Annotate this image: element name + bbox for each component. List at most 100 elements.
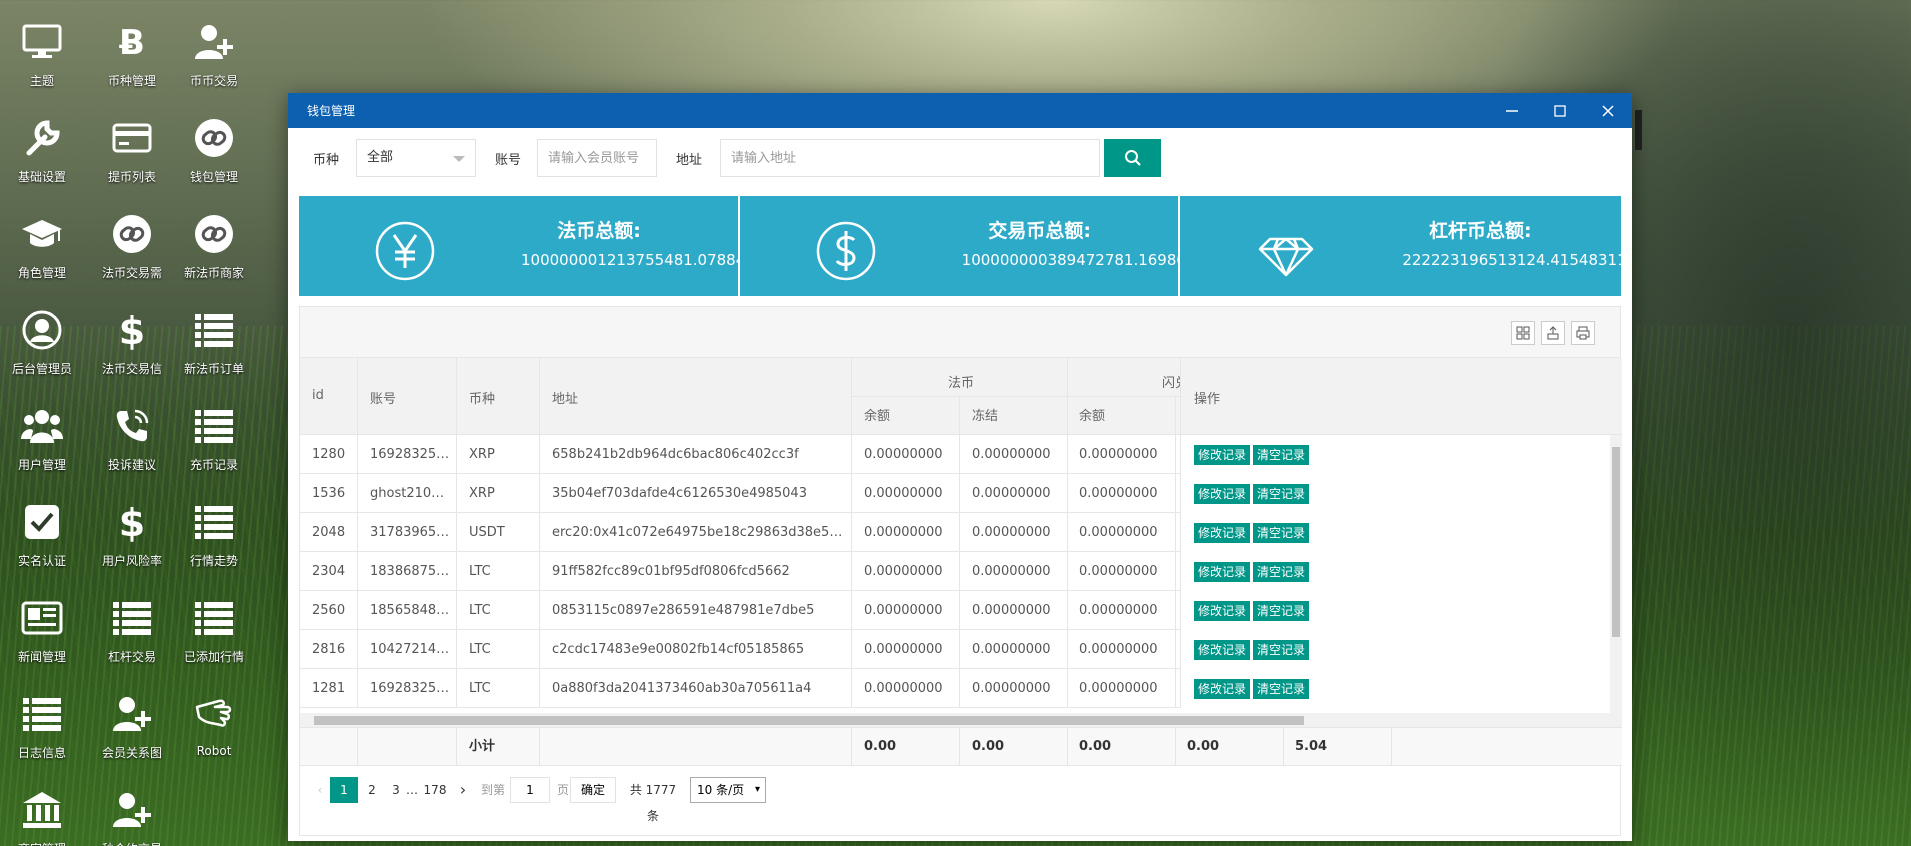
dollar-circle-icon xyxy=(816,221,875,281)
edit-record-button[interactable]: 修改记录 xyxy=(1194,484,1251,504)
desktop-shortcut[interactable]: 实名认证 xyxy=(0,488,87,580)
subtotal-next: 0.00 xyxy=(1187,739,1220,754)
desktop-shortcut[interactable]: 投诉建议 xyxy=(87,392,177,484)
bank-icon xyxy=(18,786,66,834)
clear-record-button[interactable]: 清空记录 xyxy=(1253,445,1310,465)
desktop-shortcut[interactable]: $ 用户风险率 xyxy=(87,488,177,580)
currency-select-value: 全部 xyxy=(367,150,394,165)
clear-record-button[interactable]: 清空记录 xyxy=(1253,601,1310,621)
address-input[interactable] xyxy=(720,139,1100,177)
clear-record-button[interactable]: 清空记录 xyxy=(1253,562,1310,582)
edit-record-button[interactable]: 修改记录 xyxy=(1194,523,1251,543)
desktop-shortcut[interactable]: Robot xyxy=(169,680,259,772)
edit-record-button[interactable]: 修改记录 xyxy=(1194,562,1251,582)
table-row[interactable]: 1280 169283257… XRP 658b241b2db964dc6bac806… xyxy=(300,435,1622,474)
desktop-shortcut[interactable]: 充币记录 xyxy=(169,392,259,484)
trade-total-card: 交易币总额: 100000000389472781.169800 xyxy=(739,196,1181,296)
cell-address: c2cdc17483e9e00802fb14cf05185865 xyxy=(552,642,805,657)
table-row[interactable]: 2304 18386875817 LTC 91ff582fcc89c01bf95df0… xyxy=(300,552,1622,591)
edit-record-button[interactable]: 修改记录 xyxy=(1194,601,1251,621)
table-row[interactable]: 1281 169283257… LTC 0a880f3da2041373460ab30… xyxy=(300,669,1622,708)
desktop-shortcut-label: 实名认证 xyxy=(17,554,66,568)
desktop-shortcut[interactable]: 新法币商家 xyxy=(169,200,259,292)
edit-record-button[interactable]: 修改记录 xyxy=(1194,445,1251,465)
desktop-shortcut-label: 主题 xyxy=(29,74,54,88)
desktop-shortcut[interactable]: 新法币订单 xyxy=(169,296,259,388)
desktop-shortcut[interactable]: 角色管理 xyxy=(0,200,87,292)
operation-cell: 修改记录 清空记录 xyxy=(1180,669,1610,708)
desktop-shortcut[interactable]: 法币交易需 xyxy=(87,200,177,292)
desktop-shortcut-label: 投诉建议 xyxy=(107,458,156,472)
user-plus-icon xyxy=(108,786,156,834)
desktop-shortcut[interactable]: 基础设置 xyxy=(0,104,87,196)
search-icon xyxy=(1124,150,1141,166)
close-button[interactable] xyxy=(1584,93,1632,128)
desktop-shortcut[interactable]: 用户管理 xyxy=(0,392,87,484)
export-button[interactable] xyxy=(1541,321,1565,345)
desktop-shortcut[interactable]: 钱包管理 xyxy=(169,104,259,196)
horizontal-scroll-thumb[interactable] xyxy=(314,716,1304,725)
goto-page-input[interactable] xyxy=(510,777,550,803)
edit-record-button[interactable]: 修改记录 xyxy=(1194,640,1251,660)
columns-button[interactable] xyxy=(1511,321,1535,345)
table-row[interactable]: 1536 ghost210@… XRP 35b04ef703dafde4c612653… xyxy=(300,474,1622,513)
edit-record-button[interactable]: 修改记录 xyxy=(1194,679,1251,699)
table-row[interactable]: 2816 104272141… LTC c2cdc17483e9e00802fb14c… xyxy=(300,630,1622,669)
prev-page-icon[interactable]: ‹ xyxy=(310,777,330,803)
desktop-shortcut[interactable]: 商家管理 xyxy=(0,776,87,846)
cell-currency: LTC xyxy=(469,642,491,657)
table-row[interactable]: 2560 18565848369 LTC 0853115c0897e286591e48… xyxy=(300,591,1622,630)
page-1[interactable]: 1 xyxy=(330,777,358,803)
vertical-scroll-thumb[interactable] xyxy=(1612,447,1620,637)
desktop-shortcut[interactable]: 提币列表 xyxy=(87,104,177,196)
desktop-shortcut-label: 币种管理 xyxy=(107,74,156,88)
desktop-shortcut[interactable]: 新闻管理 xyxy=(0,584,87,676)
page-size-select[interactable]: 10 条/页 ▾ xyxy=(690,777,766,803)
cell-flash-balance: 0.00000000 xyxy=(1079,447,1158,462)
account-input[interactable] xyxy=(537,139,657,177)
window-title: 钱包管理 xyxy=(307,104,356,118)
operation-cell: 修改记录 清空记录 xyxy=(1180,630,1610,669)
clear-record-button[interactable]: 清空记录 xyxy=(1253,523,1310,543)
goto-confirm-button[interactable]: 确定 xyxy=(570,777,616,803)
currency-select[interactable]: 全部 xyxy=(356,139,476,177)
header-currency: 币种 xyxy=(469,392,496,407)
clear-record-button[interactable]: 清空记录 xyxy=(1253,484,1310,504)
diamond-icon xyxy=(1259,237,1314,277)
window-titlebar[interactable]: 钱包管理 xyxy=(288,93,1632,128)
page-last[interactable]: 178 xyxy=(420,777,450,803)
vertical-scrollbar[interactable] xyxy=(1610,435,1622,713)
operation-cell: 修改记录 清空记录 xyxy=(1180,474,1610,513)
desktop-shortcut[interactable]: 会员关系图 xyxy=(87,680,177,772)
next-page-icon[interactable]: › xyxy=(452,777,474,803)
horizontal-scrollbar[interactable] xyxy=(300,713,1622,727)
minimize-button[interactable] xyxy=(1488,93,1536,128)
desktop-shortcut[interactable]: 已添加行情 xyxy=(169,584,259,676)
list-icon xyxy=(18,690,66,738)
search-button[interactable] xyxy=(1104,139,1161,177)
trade-total-title: 交易币总额: xyxy=(988,220,1091,242)
cell-account: 317839657… xyxy=(370,525,454,540)
desktop-shortcut[interactable]: 日志信息 xyxy=(0,680,87,772)
desktop-shortcut[interactable]: 行情走势 xyxy=(169,488,259,580)
desktop-shortcut[interactable]: $ 法币交易信 xyxy=(87,296,177,388)
table-row[interactable]: 2048 317839657… USDT erc20:0x41c072e64975be… xyxy=(300,513,1622,552)
desktop-shortcut[interactable]: 币币交易 xyxy=(169,8,259,100)
filter-bar: 币种 全部 账号 地址 xyxy=(288,136,1632,177)
desktop-shortcut-label: 法币交易需 xyxy=(101,266,162,280)
clear-record-button[interactable]: 清空记录 xyxy=(1253,679,1310,699)
print-button[interactable] xyxy=(1571,321,1595,345)
clear-record-button[interactable]: 清空记录 xyxy=(1253,640,1310,660)
wallet-management-window: 钱包管理 币种 全部 账号 地址 xyxy=(288,93,1632,841)
print-icon xyxy=(1576,326,1590,340)
maximize-button[interactable] xyxy=(1536,93,1584,128)
desktop-shortcut[interactable]: 主题 xyxy=(0,8,87,100)
desktop-shortcut[interactable]: 后台管理员 xyxy=(0,296,87,388)
desktop-shortcut[interactable]: Ƀ 币种管理 xyxy=(87,8,177,100)
columns-icon xyxy=(1516,326,1530,340)
desktop-shortcut-label: 后台管理员 xyxy=(11,362,72,376)
desktop-shortcut[interactable]: 秒合约交易 xyxy=(87,776,177,846)
chain-icon xyxy=(108,210,156,258)
desktop-shortcut[interactable]: 杠杆交易 xyxy=(87,584,177,676)
desktop-shortcut-label: 用户风险率 xyxy=(101,554,162,568)
